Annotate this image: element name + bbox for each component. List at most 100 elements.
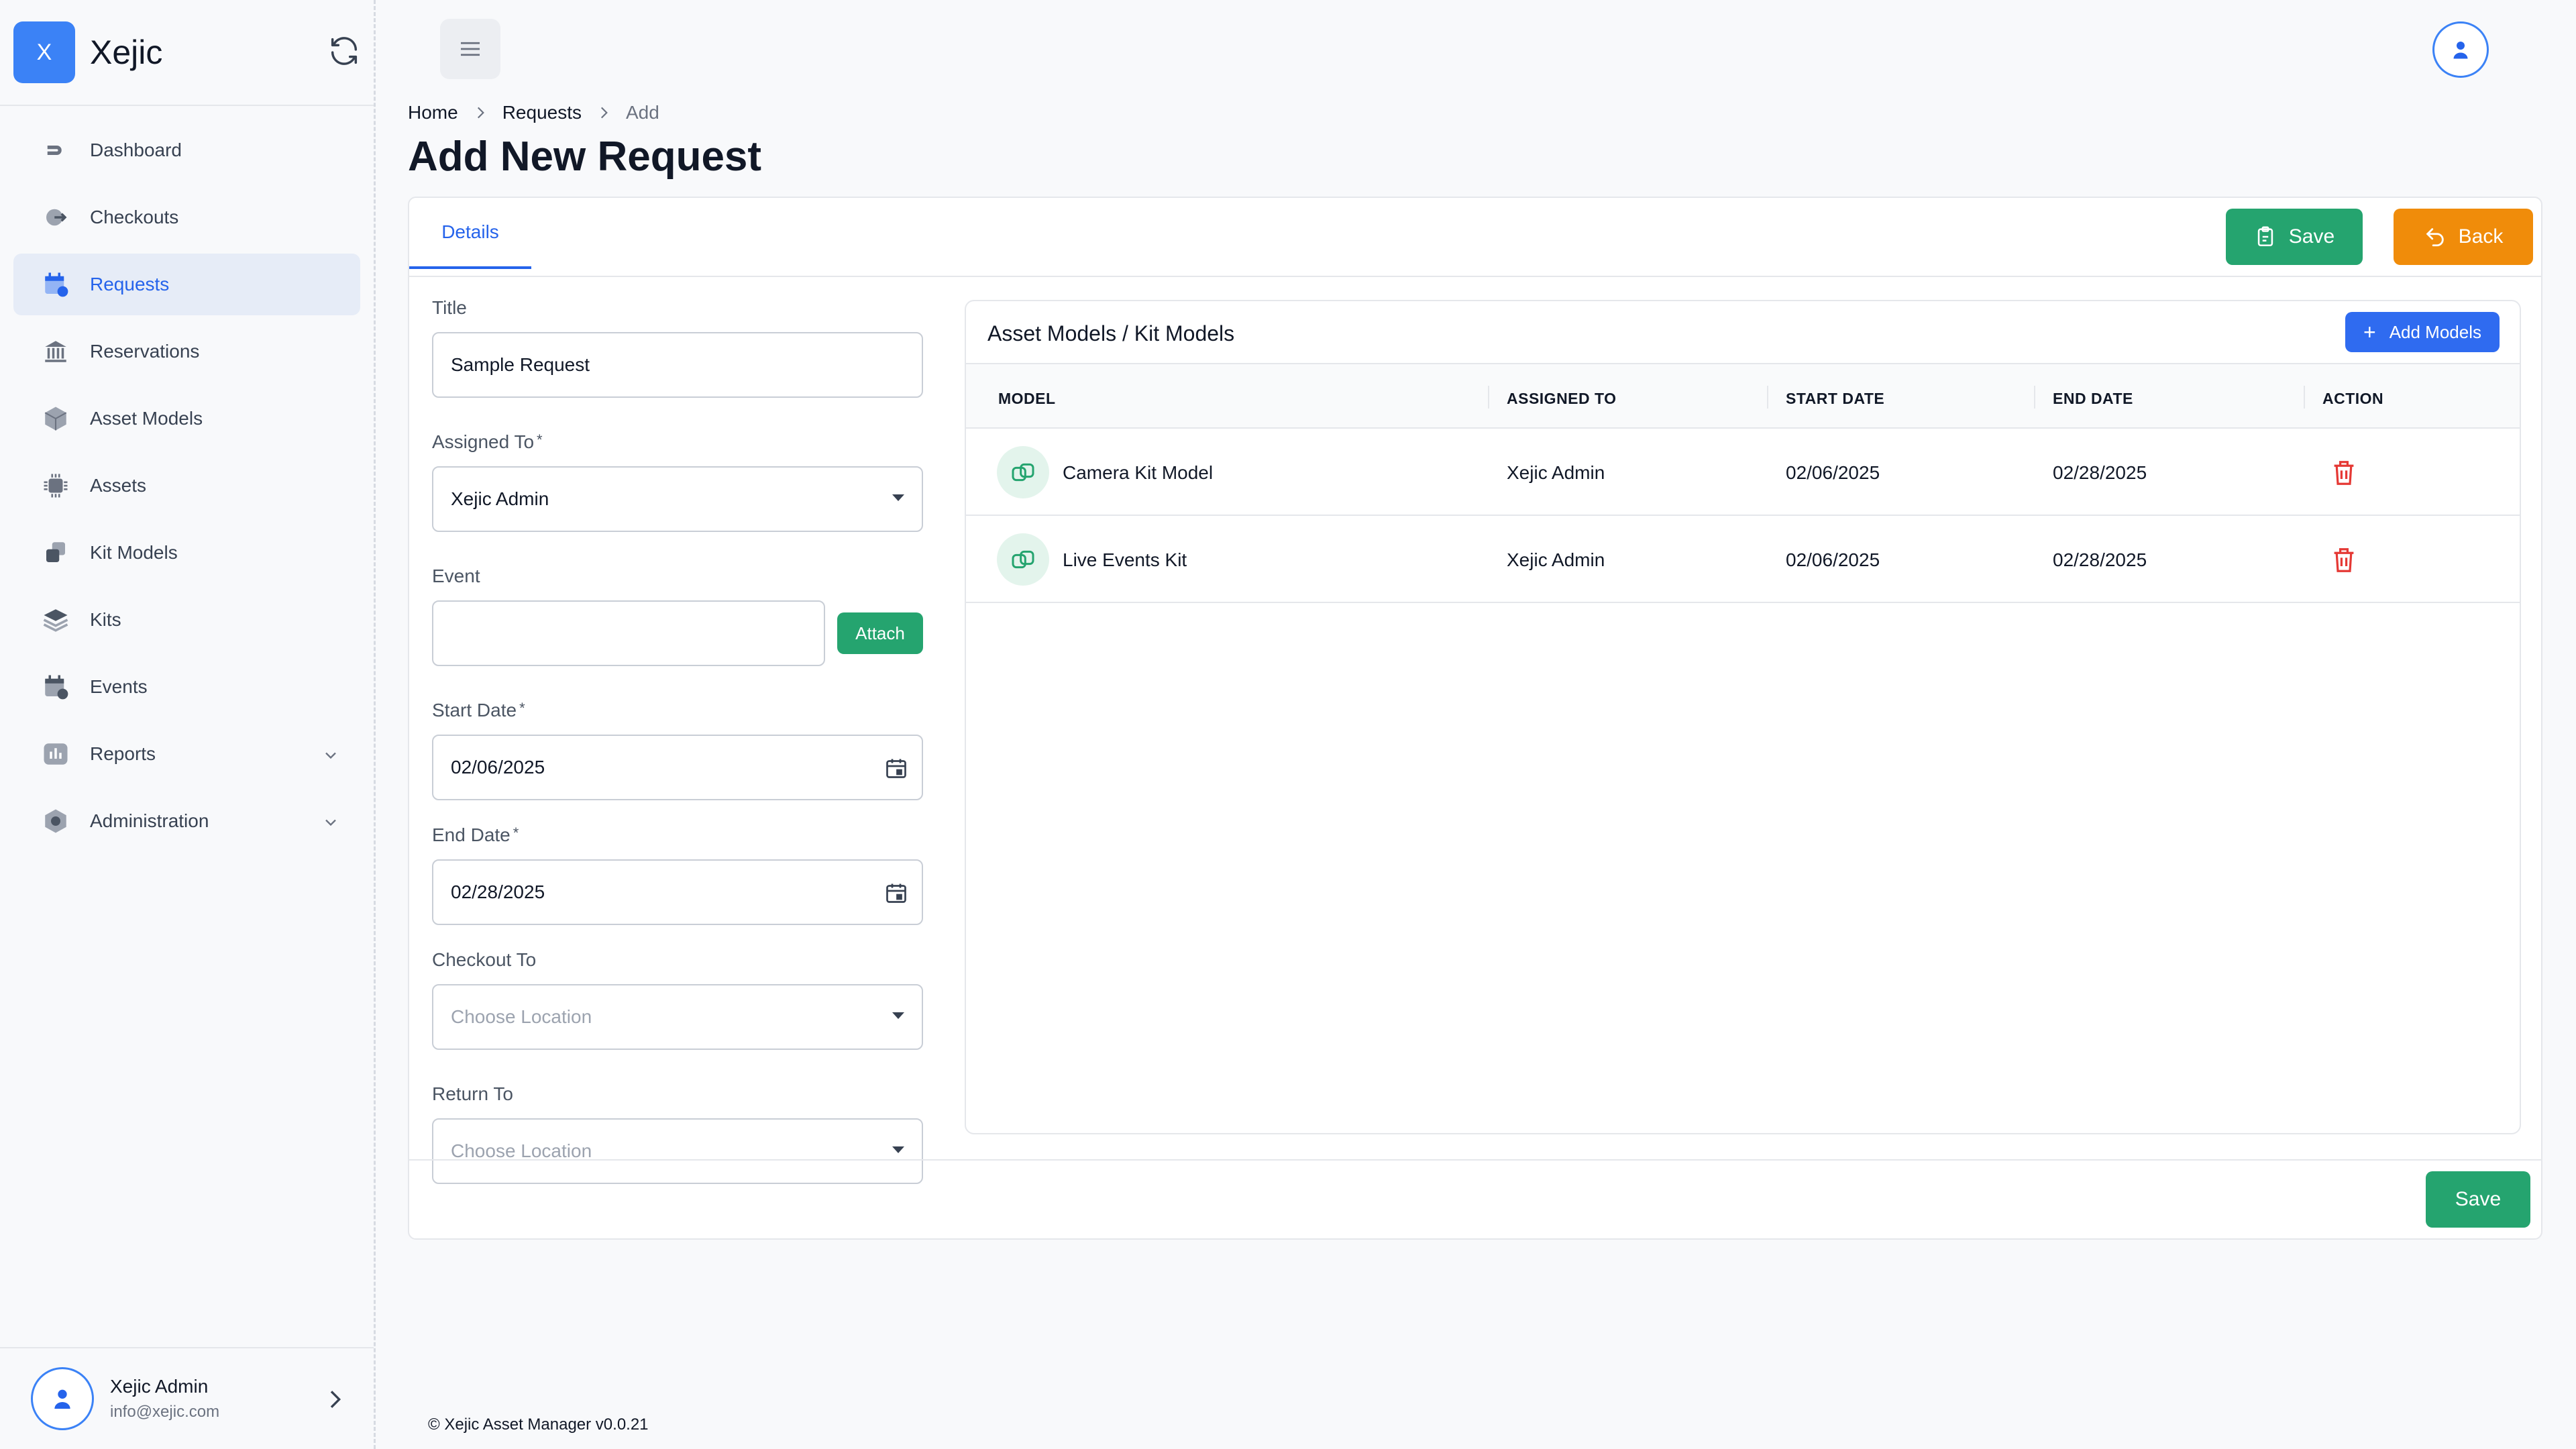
sidebar-item-label: Requests — [90, 274, 170, 294]
models-header: Asset Models / Kit Models + Add Models — [966, 301, 2520, 364]
chevron-down-icon[interactable] — [321, 746, 340, 765]
sidebar-item-label: Administration — [90, 810, 209, 831]
sidebar: X Xejic Dashboard Checkouts Requests Res… — [0, 0, 376, 1449]
sidebar-item-assets[interactable]: Assets — [13, 455, 360, 517]
card-header: Details Save Back — [409, 198, 2541, 277]
title-input[interactable]: Sample Request — [432, 332, 923, 398]
assigned-label: Assigned To * — [432, 431, 543, 452]
end-date-field-group: End Date * 02/28/2025 — [432, 824, 928, 925]
event-calendar-icon — [45, 675, 68, 700]
calendar-icon[interactable] — [884, 881, 908, 905]
link-icon — [997, 533, 1049, 586]
tab-details[interactable]: Details — [409, 198, 531, 269]
menu-toggle-button[interactable] — [440, 19, 500, 79]
chevron-down-icon[interactable] — [321, 813, 340, 832]
breadcrumb-home[interactable]: Home — [408, 102, 458, 123]
breadcrumb-current: Add — [626, 102, 659, 123]
sidebar-item-kit-models[interactable]: Kit Models — [13, 522, 360, 584]
refresh-icon[interactable] — [327, 34, 362, 68]
save-button[interactable]: Save — [2226, 209, 2363, 265]
chip-icon — [44, 474, 68, 498]
brand-name[interactable]: Xejic — [90, 33, 162, 72]
kit-model-icon — [46, 542, 65, 562]
copyright-text: © Xejic Asset Manager v0.0.21 — [428, 1415, 649, 1434]
sidebar-item-label: Assets — [90, 475, 147, 496]
column-header-assigned[interactable]: ASSIGNED TO — [1507, 390, 1617, 408]
cube-icon — [44, 407, 67, 431]
sidebar-item-kits[interactable]: Kits — [13, 589, 360, 651]
trash-icon[interactable] — [2332, 460, 2356, 486]
assigned-to-select[interactable]: Xejic Admin — [432, 466, 923, 532]
building-icon — [45, 341, 66, 362]
models-title: Asset Models / Kit Models — [987, 321, 1235, 345]
calendar-icon[interactable] — [884, 756, 908, 780]
sidebar-item-dashboard[interactable]: Dashboard — [13, 119, 360, 181]
checkout-label: Checkout To — [432, 949, 537, 970]
end-date-input[interactable]: 02/28/2025 — [432, 859, 923, 925]
row-assigned: Xejic Admin — [1507, 549, 1605, 570]
add-models-label: Add Models — [2389, 321, 2481, 342]
return-label: Return To — [432, 1083, 513, 1104]
checkout-icon — [46, 209, 67, 226]
request-form: Title Sample Request Assigned To * Xejic … — [432, 297, 928, 1218]
sidebar-item-label: Reservations — [90, 341, 200, 362]
sidebar-item-label: Asset Models — [90, 408, 203, 429]
calendar-request-icon — [45, 272, 68, 297]
chevron-right-icon — [600, 107, 608, 119]
trash-icon[interactable] — [2332, 547, 2356, 574]
sidebar-item-label: Events — [90, 676, 148, 697]
column-divider — [2034, 386, 2035, 409]
save-button-label: Save — [2288, 225, 2335, 248]
back-button[interactable]: Back — [2394, 209, 2533, 265]
sidebar-item-label: Kit Models — [90, 542, 178, 563]
column-divider — [1767, 386, 1768, 409]
sidebar-nav: Dashboard Checkouts Requests Reservation… — [0, 106, 374, 852]
report-icon — [44, 743, 68, 765]
column-divider — [1488, 386, 1489, 409]
assigned-field-group: Assigned To * Xejic Admin — [432, 431, 928, 532]
row-start-date: 02/06/2025 — [1786, 549, 1880, 570]
models-panel: Asset Models / Kit Models + Add Models M… — [965, 300, 2521, 1134]
event-field-group: Event Attach — [432, 566, 928, 666]
undo-icon — [2426, 228, 2444, 247]
user-name: Xejic Admin — [110, 1376, 209, 1397]
sidebar-item-reservations[interactable]: Reservations — [13, 321, 360, 382]
caret-down-icon — [892, 1012, 904, 1019]
request-form-card: Details Save Back Title Sample Request A… — [408, 197, 2542, 1240]
end-date-label: End Date * — [432, 824, 519, 845]
sidebar-item-asset-models[interactable]: Asset Models — [13, 388, 360, 449]
checkout-location-select[interactable]: Choose Location — [432, 984, 923, 1050]
user-icon — [2453, 42, 2468, 59]
save-bottom-button[interactable]: Save — [2426, 1171, 2530, 1228]
account-avatar-button[interactable] — [2432, 21, 2489, 78]
brand-logo[interactable]: X — [13, 21, 75, 83]
brand: X Xejic — [0, 0, 374, 106]
event-input[interactable] — [432, 600, 825, 666]
sidebar-item-checkouts[interactable]: Checkouts — [13, 186, 360, 248]
sidebar-item-events[interactable]: Events — [13, 656, 360, 718]
start-date-input[interactable]: 02/06/2025 — [432, 735, 923, 800]
user-email: info@xejic.com — [110, 1403, 220, 1421]
layers-icon — [43, 609, 68, 632]
user-card[interactable]: Xejic Admin info@xejic.com — [0, 1347, 374, 1449]
checkout-field-group: Checkout To Choose Location — [432, 949, 928, 1050]
row-assigned: Xejic Admin — [1507, 462, 1605, 483]
sidebar-item-reports[interactable]: Reports — [13, 723, 360, 785]
column-header-start[interactable]: START DATE — [1786, 390, 1884, 408]
sidebar-item-administration[interactable]: Administration — [13, 790, 360, 852]
settings-hex-icon — [45, 809, 66, 833]
column-header-end[interactable]: END DATE — [2053, 390, 2133, 408]
chevron-right-icon[interactable] — [321, 1386, 348, 1413]
page-title: Add New Request — [408, 133, 762, 180]
start-date-field-group: Start Date * 02/06/2025 — [432, 700, 928, 800]
caret-down-icon — [892, 1146, 904, 1153]
row-end-date: 02/28/2025 — [2053, 462, 2147, 483]
add-models-button[interactable]: + Add Models — [2345, 312, 2500, 352]
sidebar-item-label: Kits — [90, 609, 121, 630]
attach-button[interactable]: Attach — [837, 612, 923, 654]
sidebar-item-requests[interactable]: Requests — [13, 254, 360, 315]
row-end-date: 02/28/2025 — [2053, 549, 2147, 570]
column-header-model[interactable]: MODEL — [998, 390, 1056, 408]
avatar — [31, 1367, 94, 1430]
breadcrumb-requests[interactable]: Requests — [502, 102, 582, 123]
